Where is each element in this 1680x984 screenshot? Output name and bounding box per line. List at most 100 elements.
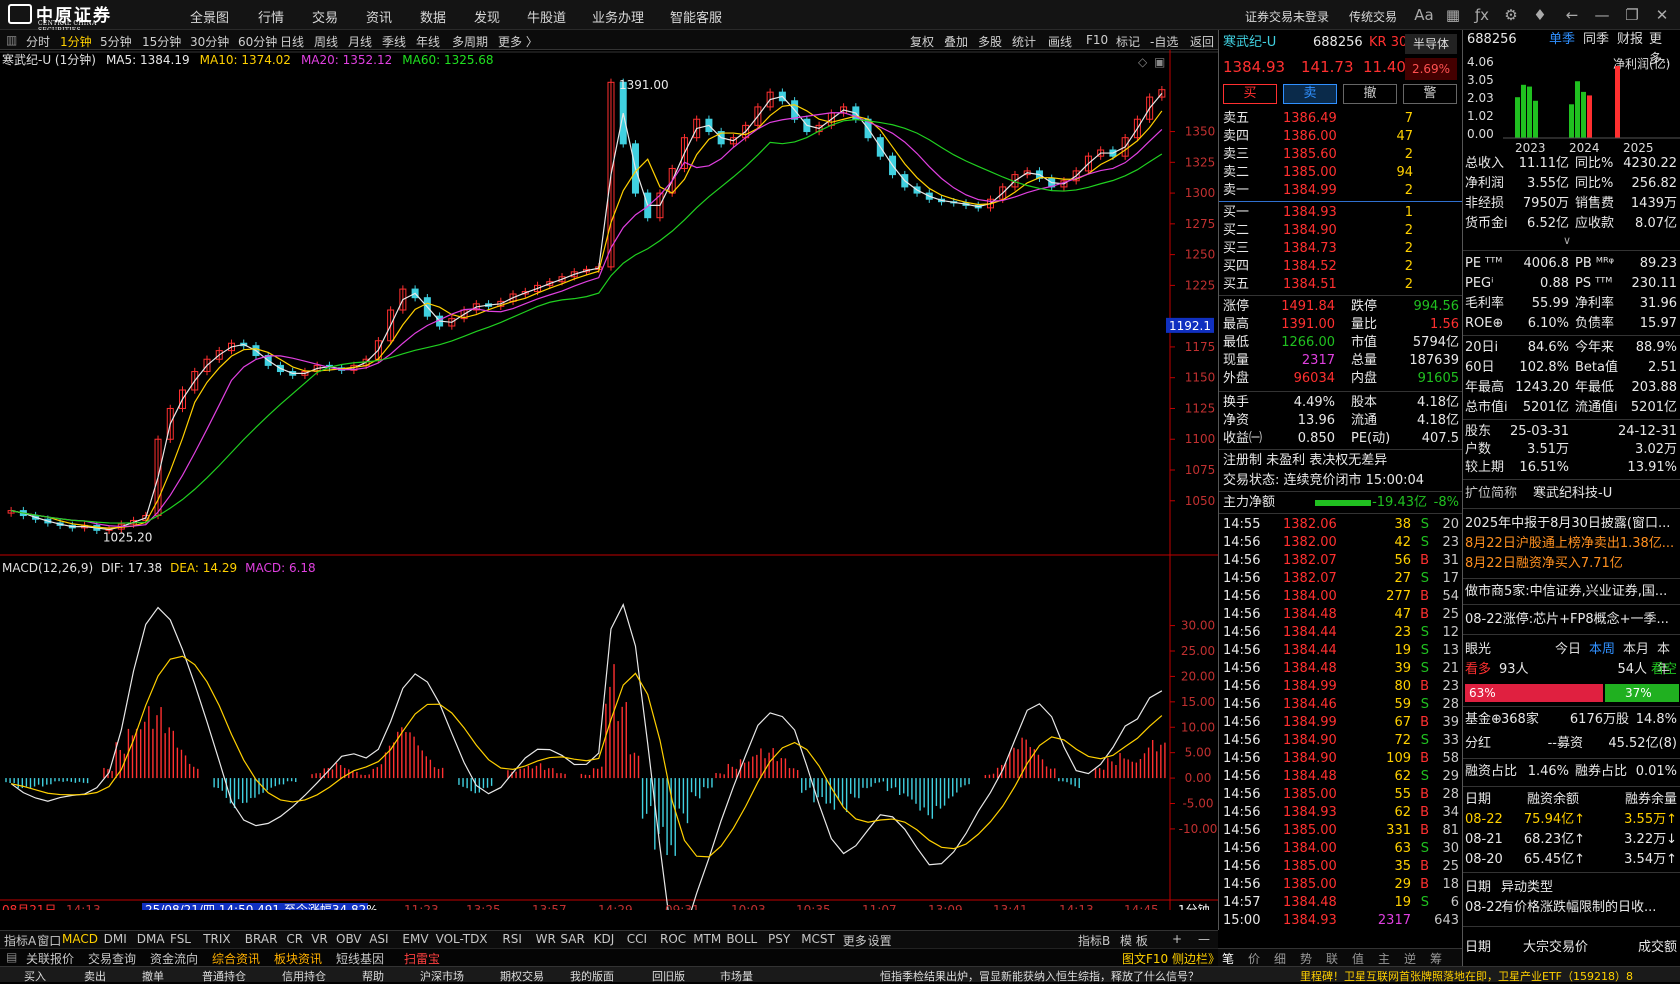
diamond-icon[interactable]: ◇ bbox=[1138, 55, 1148, 69]
fin-tab-2[interactable]: 财报 bbox=[1617, 30, 1643, 50]
indicator-tab-4[interactable]: DMA bbox=[137, 932, 165, 946]
indicator-tab-18[interactable]: CCI bbox=[627, 932, 647, 946]
timeframe-10[interactable]: 年线 bbox=[416, 33, 440, 50]
indicator-tab-7[interactable]: BRAR bbox=[245, 932, 278, 946]
f10-sidebar-toggle[interactable]: 图文F10 侧边栏》 bbox=[1122, 950, 1220, 967]
menu-item-trade[interactable]: 交易 bbox=[312, 7, 338, 26]
indicator-tab-23[interactable]: MCST bbox=[801, 932, 835, 946]
fin-tab-0[interactable]: 单季 bbox=[1549, 30, 1575, 50]
menu-item-service[interactable]: 智能客服 bbox=[670, 7, 722, 26]
timeframe-12[interactable]: 更多 〉 bbox=[498, 33, 538, 50]
indicator-tab-1[interactable]: 窗口 bbox=[37, 932, 61, 949]
info-tab-4[interactable]: 板块资讯 bbox=[274, 950, 322, 967]
chart-tool-8[interactable]: 返回 bbox=[1190, 33, 1214, 50]
menu-item-overview[interactable]: 全景图 bbox=[190, 7, 229, 26]
eyes-tab-1[interactable]: 本周 bbox=[1589, 640, 1615, 660]
indicator-b-tab-1[interactable]: 模 板 bbox=[1120, 932, 1148, 949]
indicator-tab-17[interactable]: KDJ bbox=[594, 932, 615, 946]
timeframe-9[interactable]: 季线 bbox=[382, 33, 406, 50]
eyes-tab-0[interactable]: 今日 bbox=[1555, 640, 1581, 660]
indicator-tab-11[interactable]: ASI bbox=[369, 932, 388, 946]
chart-tool-5[interactable]: F10 bbox=[1086, 33, 1108, 47]
indicator-tab-21[interactable]: BOLL bbox=[726, 932, 757, 946]
indicator-tab-2[interactable]: MACD bbox=[62, 932, 98, 946]
chart-tool-4[interactable]: 画线 bbox=[1048, 33, 1072, 50]
indicator-tab-14[interactable]: RSI bbox=[502, 932, 522, 946]
eyes-tab-2[interactable]: 本月 bbox=[1623, 640, 1649, 660]
login-status[interactable]: 证券交易未登录 bbox=[1245, 8, 1329, 25]
timeframe-4[interactable]: 30分钟 bbox=[190, 33, 229, 50]
timeframe-0[interactable]: 分时 bbox=[26, 33, 50, 50]
indicator-tab-25[interactable]: 设置 bbox=[868, 932, 892, 949]
indicator-tab-22[interactable]: PSY bbox=[768, 932, 790, 946]
timeframe-3[interactable]: 15分钟 bbox=[142, 33, 181, 50]
gear-icon[interactable]: ⚙ bbox=[1501, 5, 1521, 25]
info-tab-1[interactable]: 交易查询 bbox=[88, 950, 136, 967]
chart-tool-6[interactable]: 标记 bbox=[1116, 33, 1140, 50]
indicator-b-tab-2[interactable]: + bbox=[1172, 932, 1182, 946]
indicator-tab-19[interactable]: ROC bbox=[660, 932, 686, 946]
chart-tool-3[interactable]: 统计 bbox=[1012, 33, 1036, 50]
menu-item-news[interactable]: 资讯 bbox=[366, 7, 392, 26]
quote-tab-4[interactable]: 联 bbox=[1326, 950, 1338, 967]
panel-icon[interactable]: ▤ bbox=[6, 950, 17, 964]
indicator-tab-3[interactable]: DMI bbox=[104, 932, 127, 946]
quote-tab-1[interactable]: 价 bbox=[1248, 950, 1260, 967]
indicator-tab-6[interactable]: TRIX bbox=[203, 932, 230, 946]
indicator-tab-24[interactable]: 更多 bbox=[843, 932, 867, 949]
info-tab-0[interactable]: 关联报价 bbox=[26, 950, 74, 967]
info-tab-2[interactable]: 资金流向 bbox=[150, 950, 198, 967]
indicator-tab-8[interactable]: CR bbox=[286, 932, 303, 946]
expand-chevron-icon[interactable]: ∨ bbox=[1563, 234, 1571, 247]
indicator-tab-10[interactable]: OBV bbox=[336, 932, 362, 946]
formula-icon[interactable]: ƒx bbox=[1472, 5, 1492, 25]
indicator-tab-12[interactable]: EMV bbox=[402, 932, 428, 946]
chart-area[interactable]: 寒武纪-U (1分钟) MA5: 1384.19 MA10: 1374.02 MA20… bbox=[0, 50, 1218, 910]
order-button-2[interactable]: 撤 bbox=[1343, 84, 1397, 104]
quote-tab-7[interactable]: 逆 bbox=[1404, 950, 1416, 967]
indicator-tab-13[interactable]: VOL-TDX bbox=[436, 932, 488, 946]
indicator-tab-15[interactable]: WR bbox=[536, 932, 556, 946]
quote-tab-5[interactable]: 值 bbox=[1352, 950, 1364, 967]
minimize-icon[interactable]: — bbox=[1592, 5, 1612, 25]
grid-icon[interactable]: ▦ bbox=[1443, 5, 1463, 25]
chart-tool-0[interactable]: 复权 bbox=[910, 33, 934, 50]
back-icon[interactable]: ← bbox=[1562, 5, 1582, 25]
quote-tab-2[interactable]: 细 bbox=[1274, 950, 1286, 967]
indicator-b-tab-3[interactable]: — bbox=[1198, 932, 1210, 946]
indicator-tab-5[interactable]: FSL bbox=[170, 932, 191, 946]
info-tab-5[interactable]: 短线基因 bbox=[336, 950, 384, 967]
list-icon[interactable]: ▥ bbox=[6, 33, 17, 47]
quote-tab-3[interactable]: 势 bbox=[1300, 950, 1312, 967]
info-tab-3[interactable]: 综合资讯 bbox=[212, 950, 260, 967]
indicator-tab-16[interactable]: SAR bbox=[560, 932, 584, 946]
menu-item-niugudao[interactable]: 牛股道 bbox=[527, 7, 566, 26]
menu-item-quotes[interactable]: 行情 bbox=[258, 7, 284, 26]
sector-badge[interactable]: 半导体 bbox=[1405, 34, 1457, 54]
quote-tab-6[interactable]: 主 bbox=[1378, 950, 1390, 967]
menu-item-discover[interactable]: 发现 bbox=[474, 7, 500, 26]
timeframe-11[interactable]: 多周期 bbox=[452, 33, 488, 50]
close-icon[interactable]: ✕ bbox=[1652, 5, 1672, 25]
restore-icon[interactable]: ❐ bbox=[1622, 5, 1642, 25]
indicator-tab-20[interactable]: MTM bbox=[693, 932, 721, 946]
timeframe-6[interactable]: 日线 bbox=[280, 33, 304, 50]
indicator-tab-0[interactable]: 指标A bbox=[4, 932, 36, 949]
timeframe-1[interactable]: 1分钟 bbox=[60, 33, 92, 50]
chart-tool-2[interactable]: 多股 bbox=[978, 33, 1002, 50]
order-button-1[interactable]: 卖 bbox=[1283, 84, 1337, 104]
timeframe-5[interactable]: 60分钟 bbox=[238, 33, 277, 50]
indicator-tab-9[interactable]: VR bbox=[311, 932, 328, 946]
info-tab-6[interactable]: 扫雷宝 bbox=[404, 950, 440, 967]
chart-tool-7[interactable]: -自选 bbox=[1150, 33, 1178, 50]
quote-tab-0[interactable]: 笔 bbox=[1222, 950, 1234, 967]
traditional-trade-link[interactable]: 传统交易 bbox=[1349, 8, 1397, 25]
shirt-icon[interactable]: ♦ bbox=[1530, 5, 1550, 25]
quote-tab-8[interactable]: 筹 bbox=[1430, 950, 1442, 967]
order-button-3[interactable]: 警 bbox=[1403, 84, 1457, 104]
order-button-0[interactable]: 买 bbox=[1223, 84, 1277, 104]
font-size-icon[interactable]: Aa bbox=[1414, 5, 1434, 25]
chart-tool-1[interactable]: 叠加 bbox=[944, 33, 968, 50]
timeframe-7[interactable]: 周线 bbox=[314, 33, 338, 50]
window-icon[interactable]: ▣ bbox=[1154, 55, 1165, 69]
